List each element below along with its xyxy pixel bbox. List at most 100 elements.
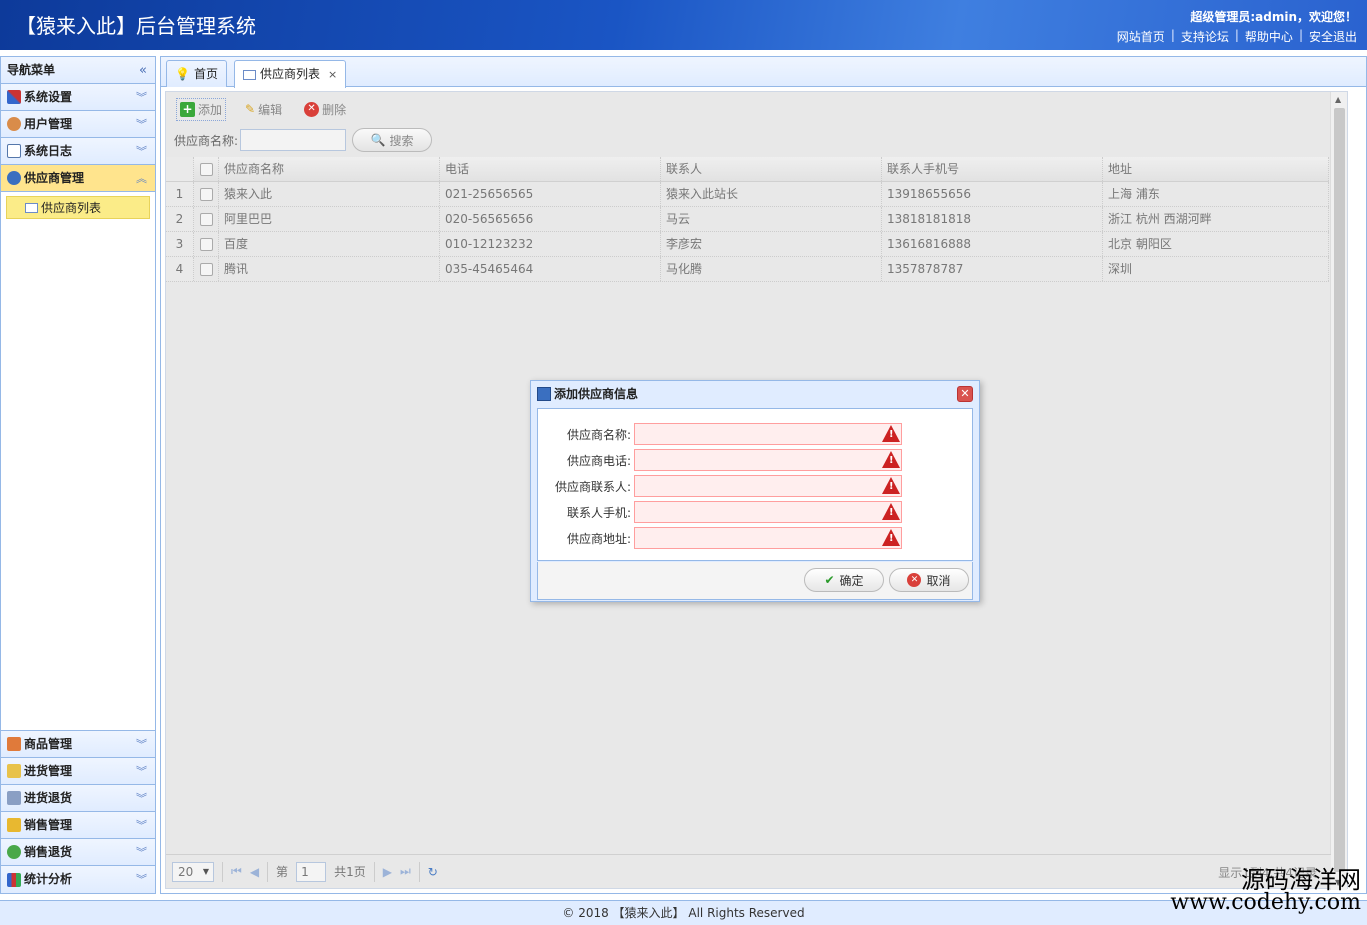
separator: | [1170, 28, 1175, 42]
form-row-name: 供应商名称: [538, 423, 902, 445]
link-home[interactable]: 网站首页 [1117, 28, 1165, 45]
vertical-scrollbar[interactable]: ▲ ▼ [1330, 92, 1347, 890]
nav-menu-title: 导航菜单 « [1, 57, 155, 84]
sidebar-item-supplier-list[interactable]: 供应商列表 [6, 196, 150, 219]
warning-icon [882, 477, 900, 494]
link-help[interactable]: 帮助中心 [1245, 28, 1293, 45]
row-number: 4 [166, 257, 194, 281]
sidebar-group-purchase-return[interactable]: 进货退货 ︾ [1, 785, 155, 812]
sidebar-group-supplier-management[interactable]: 供应商管理 ︽ [1, 165, 155, 192]
tab-home[interactable]: 💡 首页 [166, 60, 227, 87]
dialog-body: 供应商名称: 供应商电话: 供应商联系人: 联系人手机: [537, 408, 973, 561]
column-header[interactable]: 联系人 [661, 157, 882, 181]
field-label: 供应商名称: [566, 427, 631, 442]
cell-mobile: 1357878787 [882, 257, 1103, 281]
sidebar-group-system-log[interactable]: 系统日志 ︾ [1, 138, 155, 165]
close-icon[interactable]: × [328, 62, 337, 87]
chevron-up-icon: ︽ [136, 172, 147, 185]
table-row[interactable]: 3 百度 010-12123232 李彦宏 13616816888 北京 朝阳区 [166, 232, 1329, 257]
sidebar-group-label: 系统日志 [24, 143, 73, 158]
column-header[interactable]: 供应商名称 [219, 157, 440, 181]
scroll-up-icon[interactable]: ▲ [1335, 95, 1341, 104]
dialog-header: 添加供应商信息 ✕ [531, 381, 979, 407]
row-checkbox[interactable] [194, 232, 219, 256]
column-header[interactable]: 电话 [440, 157, 661, 181]
separator [267, 861, 269, 882]
table-row[interactable]: 2 阿里巴巴 020-56565656 马云 13818181818 浙江 杭州… [166, 207, 1329, 232]
check-icon: ✔ [824, 573, 835, 587]
sidebar-bottom-groups: 商品管理 ︾ 进货管理 ︾ 进货退货 ︾ 销售管理 ︾ 销售退货 ︾ 统计分析 … [1, 730, 155, 893]
link-logout[interactable]: 安全退出 [1309, 28, 1357, 45]
tools-icon [7, 90, 21, 104]
cell-name: 腾讯 [219, 257, 440, 281]
list-icon [25, 203, 38, 213]
sidebar-group-label: 销售退货 [24, 844, 73, 859]
sidebar-group-statistics[interactable]: 统计分析 ︾ [1, 866, 155, 893]
sidebar-group-sales-management[interactable]: 销售管理 ︾ [1, 812, 155, 839]
sales-icon [7, 818, 21, 832]
chevron-down-icon: ︾ [136, 738, 147, 751]
first-page-icon[interactable]: ⏮ [231, 864, 242, 879]
sidebar-group-product-management[interactable]: 商品管理 ︾ [1, 731, 155, 758]
table-row[interactable]: 1 猿来入此 021-25656565 猿来入此站长 13918655656 上… [166, 182, 1329, 207]
row-checkbox[interactable] [194, 182, 219, 206]
cancel-icon: ✕ [907, 573, 922, 587]
cancel-label: 取消 [926, 573, 951, 588]
sidebar-group-body: 供应商列表 [1, 192, 155, 223]
cell-contact: 马化腾 [661, 257, 882, 281]
row-checkbox[interactable] [194, 257, 219, 281]
refresh-icon[interactable]: ↻ [428, 865, 438, 879]
search-button[interactable]: 🔍 搜索 [352, 128, 433, 152]
table-row[interactable]: 4 腾讯 035-45465464 马化腾 1357878787 深圳 [166, 257, 1329, 282]
checkbox-box [199, 237, 213, 251]
checkbox-box [199, 262, 213, 276]
row-checkbox[interactable] [194, 207, 219, 231]
cancel-button[interactable]: ✕ 取消 [889, 568, 969, 592]
prev-page-icon[interactable]: ◀ [250, 865, 259, 879]
app-title: 【猿来入此】后台管理系统 [16, 14, 256, 38]
sidebar-group-purchase-management[interactable]: 进货管理 ︾ [1, 758, 155, 785]
sidebar-group-label: 系统设置 [24, 89, 73, 104]
pagination-bar: 20 ⏮ ◀ 第 1 共1页 ▶ ⏭ ↻ 显示1到4,共4记录 [166, 854, 1331, 888]
confirm-button[interactable]: ✔ 确定 [804, 568, 884, 592]
column-header[interactable]: 联系人手机号 [882, 157, 1103, 181]
collapse-sidebar-icon[interactable]: « [139, 57, 147, 84]
tab-supplier-list[interactable]: 供应商列表 × [234, 60, 347, 88]
contact-mobile-field[interactable] [634, 501, 902, 523]
page-number-input[interactable]: 1 [296, 861, 327, 882]
select-all-checkbox[interactable] [194, 157, 219, 181]
sidebar-group-sales-return[interactable]: 销售退货 ︾ [1, 839, 155, 866]
supplier-tel-field[interactable] [634, 449, 902, 471]
edit-button[interactable]: ✎ 编辑 [242, 99, 285, 120]
cell-mobile: 13918655656 [882, 182, 1103, 206]
welcome-text: 超级管理员:admin，欢迎您！ [1190, 10, 1357, 24]
link-forum[interactable]: 支持论坛 [1181, 28, 1229, 45]
cell-contact: 李彦宏 [661, 232, 882, 256]
supplier-name-field[interactable] [634, 423, 902, 445]
dialog-footer: ✔ 确定 ✕ 取消 [537, 562, 973, 600]
warning-icon [882, 503, 900, 520]
scroll-thumb[interactable] [1334, 108, 1345, 872]
sidebar-group-system-settings[interactable]: 系统设置 ︾ [1, 84, 155, 111]
sidebar-group-user-management[interactable]: 用户管理 ︾ [1, 111, 155, 138]
supplier-name-search-input[interactable] [240, 129, 347, 151]
sidebar-group-label: 用户管理 [24, 116, 73, 131]
delete-icon: ✕ [304, 101, 320, 117]
supplier-contact-field[interactable] [634, 475, 902, 497]
column-header[interactable]: 地址 [1103, 157, 1329, 181]
purchase-icon [7, 764, 21, 778]
dialog-close-button[interactable]: ✕ [957, 386, 973, 402]
save-icon [537, 387, 551, 401]
next-page-icon[interactable]: ▶ [383, 865, 392, 879]
log-icon [7, 144, 21, 158]
supplier-address-field[interactable] [634, 527, 902, 549]
dialog-title: 添加供应商信息 [554, 387, 639, 401]
page-size-select[interactable]: 20 [172, 861, 214, 882]
search-button-label: 搜索 [389, 133, 414, 148]
delete-button[interactable]: ✕ 删除 [301, 99, 349, 120]
cell-addr: 浙江 杭州 西湖河畔 [1103, 207, 1329, 231]
users-icon [7, 117, 21, 131]
cell-name: 阿里巴巴 [219, 207, 440, 231]
add-button[interactable]: + 添加 [176, 97, 227, 121]
last-page-icon[interactable]: ⏭ [400, 864, 411, 879]
